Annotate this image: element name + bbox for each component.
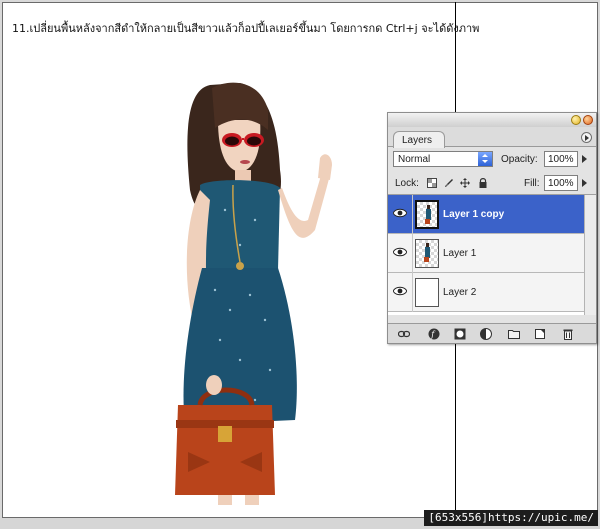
layers-scrollbar[interactable] xyxy=(584,195,596,315)
fill-slider-arrow-icon[interactable] xyxy=(582,179,587,187)
layers-panel: Layers Normal Opacity: 100% Lock: Fill: … xyxy=(387,112,597,344)
lock-label: Lock: xyxy=(395,178,419,189)
layers-list: Layer 1 copy Layer 1 Layer 2 xyxy=(388,195,596,315)
blend-mode-value: Normal xyxy=(398,154,431,165)
fill-label: Fill: xyxy=(524,178,540,189)
lock-all-icon[interactable] xyxy=(478,178,488,188)
layer-mask-icon[interactable] xyxy=(454,328,466,340)
new-group-icon[interactable] xyxy=(508,328,520,340)
layer-thumbnail[interactable] xyxy=(415,278,439,307)
tutorial-caption: 11.เปลี่ยนพื้นหลังจากสีดำให้กลายเป็นสีขา… xyxy=(12,22,480,35)
panel-bottom-toolbar: f xyxy=(388,323,596,343)
figure-thumbnail-icon xyxy=(425,205,431,224)
panel-menu-icon[interactable] xyxy=(581,132,592,143)
link-layers-icon[interactable] xyxy=(398,328,410,340)
close-icon[interactable] xyxy=(583,115,593,125)
chevron-updown-icon[interactable] xyxy=(478,152,492,166)
layer-thumbnail[interactable] xyxy=(415,239,439,268)
row-separator xyxy=(412,234,413,273)
layer-style-icon[interactable]: f xyxy=(428,328,440,340)
layer-name[interactable]: Layer 1 copy xyxy=(443,209,504,220)
opacity-input[interactable]: 100% xyxy=(544,151,578,167)
tab-layers[interactable]: Layers xyxy=(393,131,445,148)
layer-thumbnail[interactable] xyxy=(415,200,439,229)
minimize-icon[interactable] xyxy=(571,115,581,125)
lock-move-icon[interactable] xyxy=(460,178,470,188)
layer-row-layer-1[interactable]: Layer 1 xyxy=(388,234,586,273)
new-layer-icon[interactable] xyxy=(534,328,546,340)
eye-visibility-icon[interactable] xyxy=(393,208,407,218)
lock-row: Lock: Fill: 100% xyxy=(388,171,596,195)
lock-brush-icon[interactable] xyxy=(444,178,454,188)
opacity-slider-arrow-icon[interactable] xyxy=(582,155,587,163)
panel-tab-row: Layers xyxy=(388,127,596,148)
blend-row: Normal Opacity: 100% xyxy=(388,147,596,171)
layer-row-layer-2[interactable]: Layer 2 xyxy=(388,273,586,312)
panel-titlebar[interactable] xyxy=(388,113,596,127)
eye-visibility-icon[interactable] xyxy=(393,286,407,296)
adjustment-layer-icon[interactable] xyxy=(480,328,492,340)
lock-transparent-icon[interactable] xyxy=(427,178,437,188)
delete-layer-icon[interactable] xyxy=(562,328,574,340)
fill-input[interactable]: 100% xyxy=(544,175,578,191)
row-separator xyxy=(412,273,413,312)
row-separator xyxy=(412,195,413,234)
layer-row-layer-1-copy[interactable]: Layer 1 copy xyxy=(388,195,586,234)
layer-name[interactable]: Layer 2 xyxy=(443,287,476,298)
image-host-stamp: [653x556]https://upic.me/ xyxy=(424,510,598,526)
layer-name[interactable]: Layer 1 xyxy=(443,248,476,259)
woman-with-bag-image xyxy=(175,82,332,505)
eye-visibility-icon[interactable] xyxy=(393,247,407,257)
blend-mode-select[interactable]: Normal xyxy=(393,151,493,167)
figure-thumbnail-icon xyxy=(424,243,430,262)
opacity-label: Opacity: xyxy=(501,154,538,165)
